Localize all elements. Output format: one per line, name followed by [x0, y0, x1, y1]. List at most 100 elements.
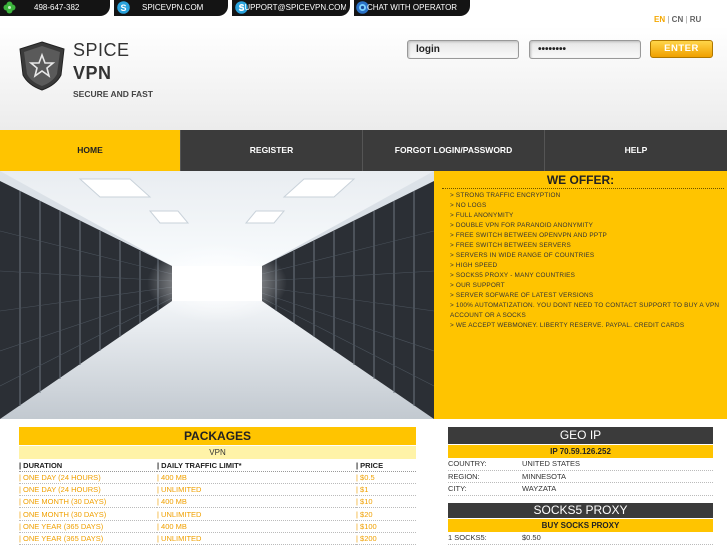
enter-button[interactable]: ENTER [650, 40, 713, 58]
language-switch: EN | CN | RU [654, 15, 701, 24]
offer-item: > SERVERS IN WIDE RANGE OF COUNTRIES [450, 252, 595, 259]
offer-item: > SERVER SOFWARE OF LATEST VERSIONS [450, 292, 594, 299]
email-segment[interactable]: S SUPPORT@SPICEVPN.COM [232, 0, 350, 16]
traffic-cell[interactable]: | 400 MB [157, 471, 356, 484]
price-cell[interactable]: | $10 [356, 495, 416, 509]
column-header-traffic: | DAILY TRAFFIC LIMIT* [157, 460, 356, 472]
lang-en[interactable]: EN [654, 15, 665, 24]
lang-ru[interactable]: RU [690, 15, 702, 24]
price-cell[interactable]: | $0.5 [356, 471, 416, 484]
packages-title: PACKAGES [19, 427, 416, 445]
brand-name-vpn: VPN [73, 63, 112, 83]
offer-item: > NO LOGS [450, 202, 487, 209]
buy-socks-proxy-link[interactable]: BUY SOCKS PROXY [448, 519, 713, 532]
offer-item: > FREE SWITCH BETWEEN OPENVPN AND PPTP [450, 232, 607, 239]
skype-icon: S [117, 1, 130, 14]
brand-name: SPICE [73, 40, 130, 60]
offer-item: > HIGH SPEED [450, 262, 498, 269]
price-cell[interactable]: | $200 [356, 532, 416, 545]
contact-bar: 498-647-382 S SPICEVPN.COM S SUPPORT@SPI… [0, 0, 727, 16]
packages-table: | DURATION | DAILY TRAFFIC LIMIT* | PRIC… [19, 460, 416, 545]
offer-panel: WE OFFER: > STRONG TRAFFIC ENCRYPTION > … [434, 171, 727, 419]
traffic-cell[interactable]: | 400 MB [157, 495, 356, 509]
offer-item: > STRONG TRAFFIC ENCRYPTION [450, 192, 561, 199]
geo-row-city: CITY: WAYZATA [448, 483, 713, 496]
proxy-price-row: 1 SOCKS5: $0.50 [448, 532, 713, 545]
nav-forgot-login[interactable]: FORGOT LOGIN/PASSWORD [363, 130, 545, 171]
phone-segment: 498-647-382 [0, 0, 110, 16]
brand-tagline: SECURE AND FAST [73, 89, 153, 99]
offer-item: > OUR SUPPORT [450, 282, 505, 289]
duration-cell[interactable]: | ONE MONTH (30 DAYS) [19, 507, 157, 521]
site-segment[interactable]: S SPICEVPN.COM [114, 0, 228, 16]
geo-key: REGION: [448, 471, 480, 481]
nav-home[interactable]: HOME [0, 130, 181, 171]
offer-item: > WE ACCEPT WEBMONEY. LIBERTY RESERVE. P… [450, 322, 685, 329]
geo-value: WAYZATA [522, 484, 557, 493]
nav-register[interactable]: REGISTER [181, 130, 363, 171]
duration-cell[interactable]: | ONE YEAR (365 DAYS) [19, 520, 157, 533]
geo-ip-title: GEO IP [448, 427, 713, 444]
chat-link[interactable]: CHAT WITH OPERATOR [367, 0, 457, 16]
offer-item: > FULL ANONYMITY [450, 212, 514, 219]
duration-cell[interactable]: | ONE MONTH (30 DAYS) [19, 495, 157, 509]
table-row[interactable]: | ONE YEAR (365 DAYS) | UNLIMITED | $200 [19, 532, 416, 545]
geo-key: COUNTRY: [448, 459, 487, 468]
phone-number: 498-647-382 [34, 3, 80, 12]
proxy-key: 1 SOCKS5: [448, 533, 487, 542]
packages-subtitle: VPN [19, 446, 416, 459]
lang-cn[interactable]: CN [672, 15, 684, 24]
login-input[interactable] [407, 40, 519, 59]
price-cell[interactable]: | $100 [356, 520, 416, 533]
table-row[interactable]: | ONE YEAR (365 DAYS) | 400 MB | $100 [19, 520, 416, 533]
geo-row-country: COUNTRY: UNITED STATES [448, 458, 713, 471]
traffic-cell[interactable]: | UNLIMITED [157, 532, 356, 545]
site-link[interactable]: SPICEVPN.COM [142, 0, 203, 16]
main-nav: HOME REGISTER FORGOT LOGIN/PASSWORD HELP [0, 130, 727, 171]
svg-text:S: S [120, 3, 126, 13]
offer-title: WE OFFER: [546, 173, 615, 187]
column-header-duration: | DURATION [19, 460, 157, 472]
duration-cell[interactable]: | ONE DAY (24 HOURS) [19, 471, 157, 484]
clover-icon [3, 1, 16, 14]
nav-help[interactable]: HELP [545, 130, 727, 171]
table-row[interactable]: | ONE MONTH (30 DAYS) | UNLIMITED | $20 [19, 507, 416, 521]
duration-cell[interactable]: | ONE YEAR (365 DAYS) [19, 532, 157, 545]
proxy-value: $0.50 [522, 533, 541, 542]
packages-panel: PACKAGES VPN | DURATION | DAILY TRAFFIC … [19, 427, 416, 545]
email-link[interactable]: SUPPORT@SPICEVPN.COM [239, 0, 346, 16]
offer-item: > 100% AUTOMATIZATION. YOU DONT NEED TO … [450, 302, 720, 319]
divider [442, 188, 724, 189]
password-input[interactable] [529, 40, 641, 59]
shield-star-icon[interactable] [18, 41, 66, 91]
geo-value: UNITED STATES [522, 459, 581, 468]
chat-segment[interactable]: CHAT WITH OPERATOR [354, 0, 470, 16]
offer-item: > DOUBLE VPN FOR PARANOID ANONYMITY [450, 222, 594, 229]
table-header-row: | DURATION | DAILY TRAFFIC LIMIT* | PRIC… [19, 460, 416, 472]
lang-separator: | [667, 15, 670, 24]
traffic-cell[interactable]: | UNLIMITED [157, 507, 356, 521]
geo-key: CITY: [448, 484, 467, 493]
header: SPICE VPN SECURE AND FAST ENTER [0, 26, 727, 130]
geo-row-region: REGION: MINNESOTA [448, 471, 713, 483]
price-cell[interactable]: | $20 [356, 507, 416, 521]
table-row[interactable]: | ONE DAY (24 HOURS) | UNLIMITED | $1 [19, 483, 416, 497]
column-header-price: | PRICE [356, 460, 416, 472]
table-row[interactable]: | ONE DAY (24 HOURS) | 400 MB | $0.5 [19, 471, 416, 484]
server-room-image [0, 171, 434, 419]
price-cell[interactable]: | $1 [356, 483, 416, 497]
traffic-cell[interactable]: | 400 MB [157, 520, 356, 533]
offer-list: > STRONG TRAFFIC ENCRYPTION > NO LOGS > … [450, 191, 722, 331]
server-room-illustration [0, 171, 434, 419]
table-row[interactable]: | ONE MONTH (30 DAYS) | 400 MB | $10 [19, 495, 416, 509]
duration-cell[interactable]: | ONE DAY (24 HOURS) [19, 483, 157, 497]
socks5-proxy-title: SOCKS5 PROXY [448, 503, 713, 518]
geo-ip-panel: GEO IP IP 70.59.126.252 COUNTRY: UNITED … [448, 427, 713, 496]
offer-item: > SOCKS5 PROXY - MANY COUNTRIES [450, 272, 576, 279]
socks5-proxy-panel: SOCKS5 PROXY BUY SOCKS PROXY 1 SOCKS5: $… [448, 503, 713, 545]
traffic-cell[interactable]: | UNLIMITED [157, 483, 356, 497]
geo-value: MINNESOTA [522, 471, 567, 481]
ip-address: IP 70.59.126.252 [448, 445, 713, 458]
lang-separator: | [685, 15, 688, 24]
offer-item: > FREE SWITCH BETWEEN SERVERS [450, 242, 571, 249]
